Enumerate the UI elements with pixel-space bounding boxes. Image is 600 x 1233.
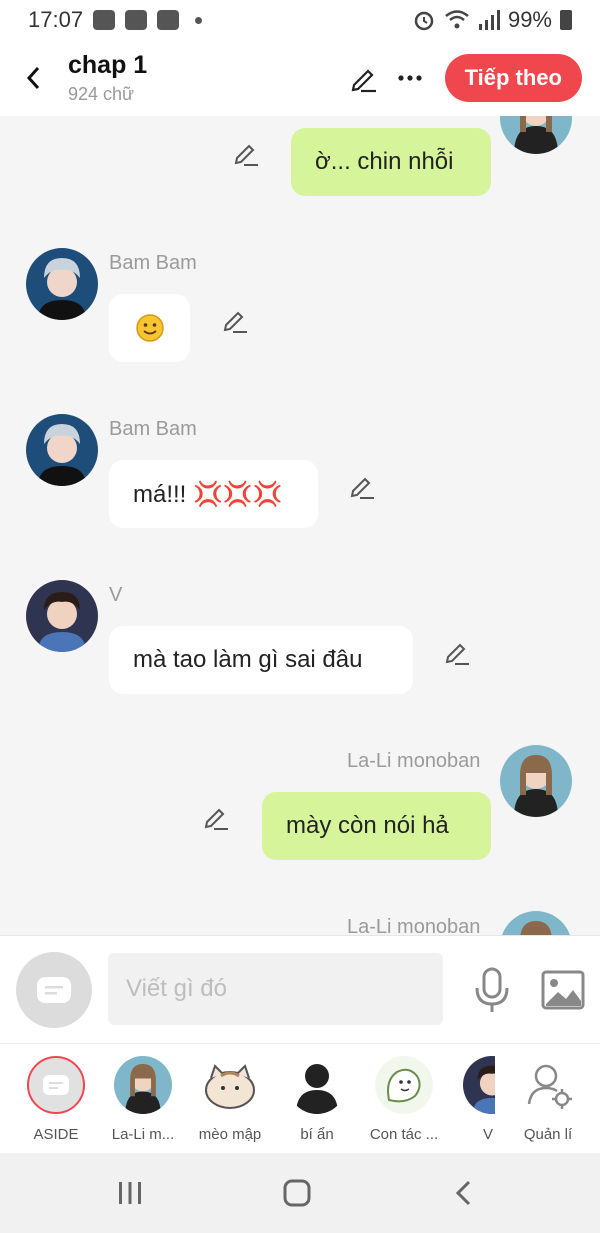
status-bar: 17:07 99% — [0, 0, 600, 40]
character-name: bí ẩn — [300, 1126, 334, 1143]
character-name: V — [483, 1126, 494, 1143]
sender-name: Bam Bam — [109, 252, 197, 274]
aside-icon — [27, 1056, 85, 1114]
avatar-bambam[interactable] — [26, 248, 98, 320]
message-input[interactable] — [108, 953, 443, 1025]
more-options-button[interactable] — [387, 55, 433, 101]
sender-name: V — [109, 584, 123, 606]
pencil-icon — [445, 643, 469, 665]
wifi-icon — [445, 10, 469, 29]
avatar-v — [463, 1056, 495, 1114]
message-bubble[interactable]: mà tao làm gì sai đâu — [109, 626, 413, 694]
title-block: chap 1 924 chữ — [68, 51, 147, 105]
sender-name: La-Li monoban — [347, 916, 481, 935]
cat-avatar — [201, 1056, 259, 1114]
next-chapter-button[interactable]: Tiếp theo — [444, 54, 582, 102]
avatar-lali[interactable] — [500, 911, 572, 935]
edit-message-button[interactable] — [348, 471, 378, 501]
pencil-icon — [351, 69, 376, 93]
battery-level: 99% — [507, 7, 552, 32]
character-con-tac[interactable]: Con tác ... — [364, 1056, 444, 1143]
avatar-bambam[interactable] — [26, 414, 98, 486]
pencil-icon — [234, 144, 258, 166]
pencil-icon — [223, 311, 247, 333]
status-time: 17:07 — [28, 7, 84, 32]
signal-icon — [478, 10, 500, 30]
character-bar: ASIDE La-Li m... mèo mập bí ẩn Con tác .… — [0, 1043, 600, 1153]
character-name: La-Li m... — [111, 1126, 175, 1143]
battery-icon — [560, 10, 572, 30]
character-lali[interactable]: La-Li m... — [103, 1056, 183, 1143]
recent-apps-button[interactable] — [100, 1173, 160, 1213]
home-button[interactable] — [267, 1173, 327, 1213]
back-nav-button[interactable] — [434, 1173, 494, 1213]
edit-message-button[interactable] — [221, 305, 251, 335]
character-name: Quản lí — [523, 1126, 573, 1143]
word-count: 924 chữ — [68, 84, 135, 104]
pencil-icon — [350, 477, 374, 499]
sender-name: La-Li monoban — [347, 750, 481, 772]
gallery-notification-icon — [93, 10, 116, 30]
chevron-left-icon — [26, 66, 40, 90]
image-button[interactable] — [540, 968, 586, 1012]
microphone-icon — [475, 967, 509, 1012]
message-composer — [0, 935, 600, 1043]
edit-message-button[interactable] — [232, 138, 262, 168]
chapter-title: chap 1 — [68, 51, 148, 79]
edit-message-button[interactable] — [443, 637, 473, 667]
sketch-avatar — [375, 1056, 433, 1114]
app-notification-icon — [125, 10, 148, 30]
character-name: ASIDE — [33, 1126, 79, 1143]
pencil-icon — [204, 808, 228, 830]
chat-area[interactable]: ờ... chin nhỗi Bam Bam 🙂 Bam Bam má!!! 💢… — [0, 116, 600, 935]
aside-toggle-button[interactable] — [16, 952, 92, 1028]
avatar-v[interactable] — [26, 580, 98, 652]
message-bubble[interactable]: 🙂 — [109, 294, 190, 362]
home-icon — [283, 1179, 311, 1207]
image-icon — [541, 970, 585, 1010]
more-notifications-icon — [195, 16, 203, 24]
alarm-icon — [414, 11, 434, 31]
message-bubble[interactable]: ờ... chin nhỗi — [291, 128, 491, 196]
avatar-lali[interactable] — [500, 745, 572, 817]
smiley-emoji-icon — [135, 314, 164, 342]
message-bubble[interactable]: mày còn nói hả — [262, 792, 491, 860]
avatar-lali — [114, 1056, 172, 1114]
app-notification-icon-2 — [157, 10, 180, 30]
back-button[interactable] — [8, 52, 60, 104]
message-bubble[interactable]: má!!! 💢💢💢 — [109, 460, 318, 528]
character-aside[interactable]: ASIDE — [16, 1056, 96, 1143]
system-nav-bar — [0, 1153, 600, 1233]
silhouette-avatar — [288, 1056, 346, 1114]
manage-characters-button[interactable]: Quản lí — [508, 1056, 588, 1143]
character-v[interactable]: V — [449, 1056, 495, 1143]
sender-name: Bam Bam — [109, 418, 197, 440]
character-name: Con tác ... — [369, 1126, 439, 1143]
character-name: mèo mập — [198, 1126, 262, 1143]
character-bi-an[interactable]: bí ẩn — [277, 1056, 357, 1143]
back-chevron-icon — [455, 1180, 471, 1206]
microphone-button[interactable] — [470, 966, 514, 1014]
edit-title-button[interactable] — [341, 55, 387, 101]
more-dots-icon — [398, 75, 422, 81]
chapter-header: chap 1 924 chữ Tiếp theo — [0, 40, 600, 116]
user-settings-icon — [519, 1056, 577, 1114]
edit-message-button[interactable] — [202, 802, 232, 832]
avatar-lali[interactable] — [500, 116, 572, 154]
character-meo-map[interactable]: mèo mập — [190, 1056, 270, 1143]
chat-bubble-icon — [37, 977, 71, 1003]
recents-icon — [119, 1182, 141, 1204]
